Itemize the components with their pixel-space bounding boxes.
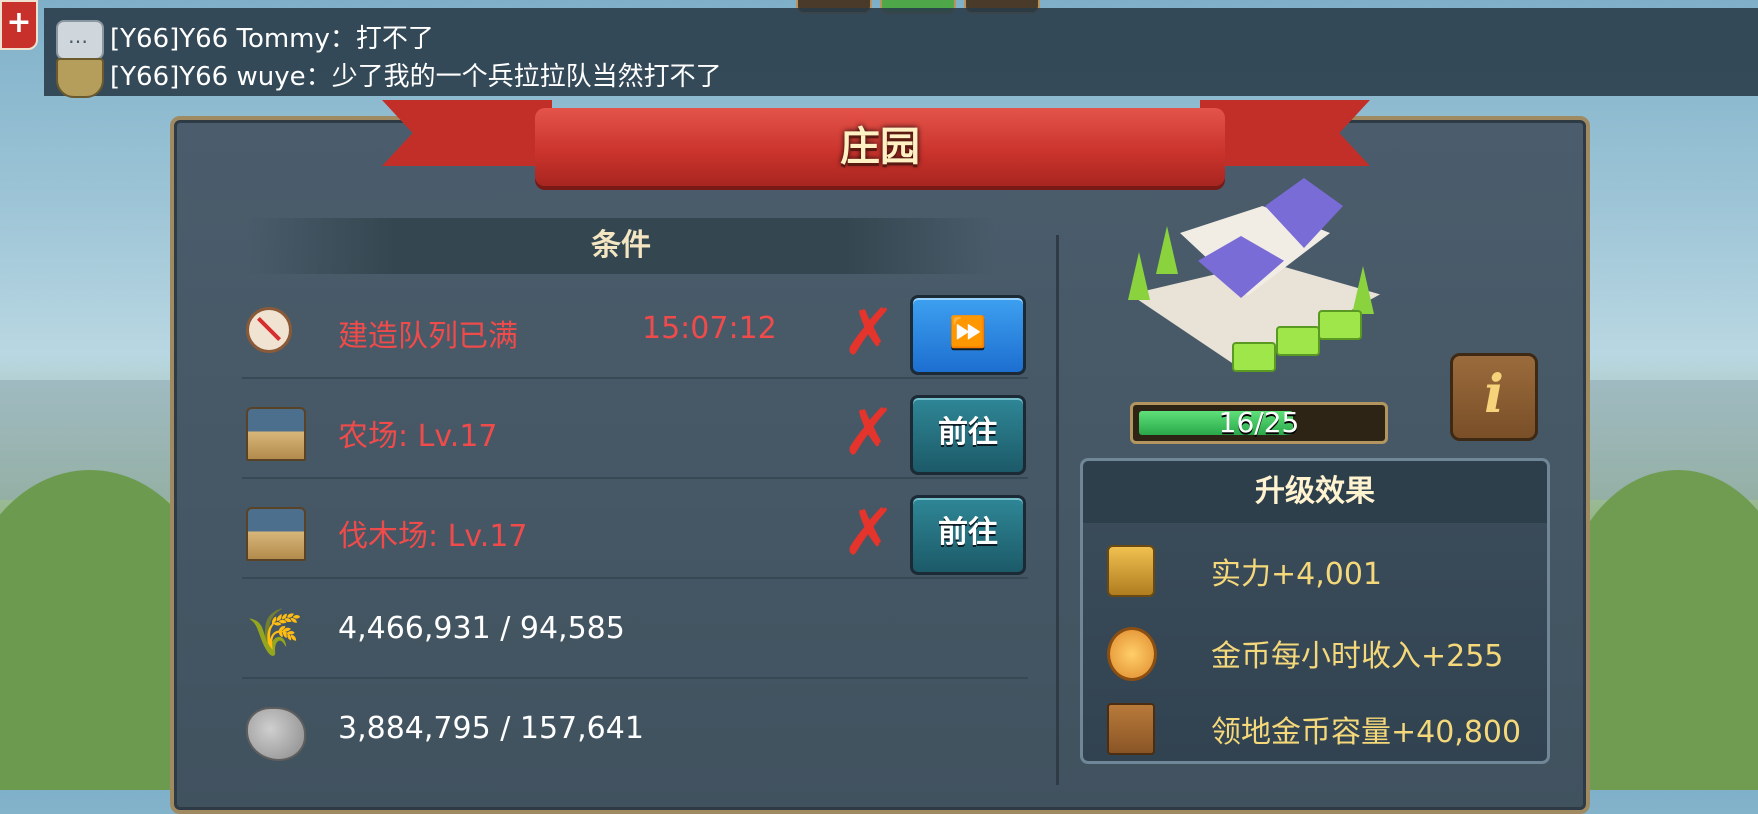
power-fist-icon xyxy=(1107,545,1155,597)
go-to-lumber-mill-button[interactable]: 前往 xyxy=(910,495,1026,575)
upgrade-effects-header: 升级效果 xyxy=(1083,461,1547,523)
unmet-x-icon: ✗ xyxy=(842,396,896,470)
condition-row-farm: 农场: Lv.17 ✗ 前往 xyxy=(242,387,1028,479)
build-queue-timer: 15:07:12 xyxy=(642,311,777,346)
tree xyxy=(1128,252,1150,300)
chat-bar[interactable]: [Y66]Y66 Tommy：打不了 [Y66]Y66 wuye：少了我的一个兵… xyxy=(44,8,1758,98)
speed-up-button[interactable]: ⏩ xyxy=(910,295,1026,375)
farm-house-icon xyxy=(246,407,306,461)
condition-row-build-queue: 建造队列已满 15:07:12 ✗ ⏩ xyxy=(242,287,1028,379)
hedge xyxy=(1232,342,1276,372)
manor-building-image xyxy=(1120,166,1392,386)
chat-message-2: [Y66]Y66 wuye：少了我的一个兵拉拉队当然打不了 xyxy=(110,62,722,92)
stone-icon xyxy=(246,707,306,761)
crate-icon xyxy=(1107,703,1155,755)
no-build-icon xyxy=(246,307,292,353)
wheat-icon: 🌾 xyxy=(246,605,304,659)
lumber-mill-icon xyxy=(246,507,306,561)
info-button[interactable]: i xyxy=(1450,353,1538,441)
panel-divider xyxy=(1056,235,1059,785)
hedge xyxy=(1276,326,1320,356)
panel-title: 庄园 xyxy=(840,124,920,170)
unmet-x-icon: ✗ xyxy=(842,296,896,370)
level-progress-text: 16/25 xyxy=(1218,406,1300,439)
upgrade-effects-panel: 升级效果 实力+4,001 金币每小时收入+255 领地金币容量+40,800 xyxy=(1080,458,1550,764)
tree xyxy=(1156,226,1178,274)
condition-label: 伐木场: Lv.17 xyxy=(338,519,528,554)
chat-bubble-icon[interactable] xyxy=(56,20,104,60)
unmet-x-icon: ✗ xyxy=(842,496,896,570)
condition-row-lumber-mill: 伐木场: Lv.17 ✗ 前往 xyxy=(242,487,1028,579)
effect-text: 金币每小时收入+255 xyxy=(1211,639,1504,674)
effect-text: 实力+4,001 xyxy=(1211,557,1383,592)
go-to-farm-button[interactable]: 前往 xyxy=(910,395,1026,475)
chat-message-1: [Y66]Y66 Tommy：打不了 xyxy=(110,24,434,54)
conditions-header: 条件 xyxy=(248,218,994,274)
condition-label: 农场: Lv.17 xyxy=(338,419,498,454)
gold-coin-icon xyxy=(1107,627,1157,681)
level-progress-bar: 16/25 xyxy=(1130,402,1388,444)
resource-row-food: 🌾 4,466,931 / 94,585 xyxy=(242,587,1028,679)
condition-label: 建造队列已满 xyxy=(338,319,518,354)
guild-crest-icon xyxy=(56,58,104,98)
resource-amount: 3,884,795 / 157,641 xyxy=(338,711,644,746)
plus-button[interactable]: + xyxy=(0,0,38,50)
effect-text: 领地金币容量+40,800 xyxy=(1211,715,1522,750)
hedge xyxy=(1318,310,1362,340)
resource-amount: 4,466,931 / 94,585 xyxy=(338,611,625,646)
resource-row-stone: 3,884,795 / 157,641 xyxy=(242,687,1028,777)
